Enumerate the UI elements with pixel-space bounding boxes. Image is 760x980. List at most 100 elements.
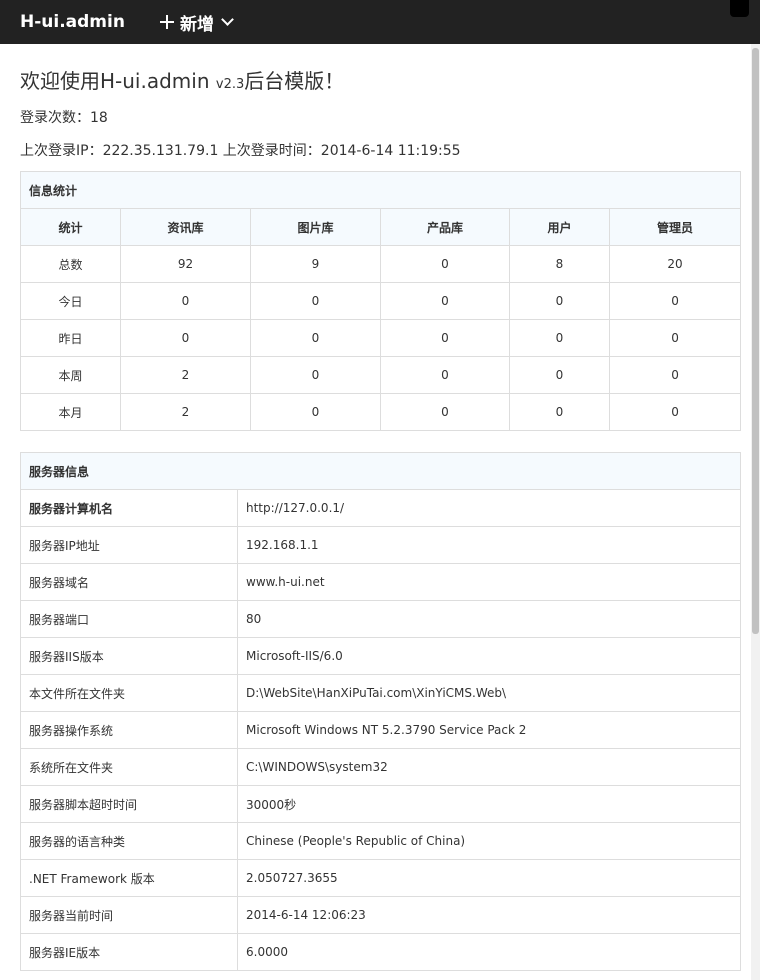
table-row: 服务器的语言种类 Chinese (People's Republic of C…	[20, 822, 742, 860]
server-label: 服务器端口	[20, 600, 238, 638]
table-cell: 2	[120, 356, 251, 394]
table-cell: 2	[120, 393, 251, 431]
table-cell: 9	[250, 245, 381, 283]
table-cell: 今日	[20, 282, 121, 320]
column-header: 统计	[20, 208, 121, 246]
table-row: 今日 0 0 0 0 0	[20, 282, 742, 320]
table-cell: 0	[120, 282, 251, 320]
column-header: 图片库	[250, 208, 381, 246]
add-new-menu[interactable]: 新增	[160, 11, 234, 35]
table-row: 总数 92 9 0 8 20	[20, 245, 742, 283]
server-label: 服务器计算机名	[20, 489, 238, 527]
column-header: 产品库	[380, 208, 510, 246]
table-cell: 本月	[20, 393, 121, 431]
table-row: 本月 2 0 0 0 0	[20, 393, 742, 431]
table-cell: 0	[380, 319, 510, 357]
server-value: D:\WebSite\HanXiPuTai.com\XinYiCMS.Web\	[236, 674, 742, 712]
corner-button[interactable]	[730, 0, 749, 17]
server-label: 服务器IP地址	[20, 526, 238, 564]
server-label: 服务器IIS版本	[20, 637, 238, 675]
add-new-label: 新增	[180, 14, 214, 35]
server-label: .NET Framework 版本	[20, 859, 238, 897]
table-cell: 0	[608, 282, 742, 320]
table-cell: 0	[509, 282, 610, 320]
server-label: 本文件所在文件夹	[20, 674, 238, 712]
table-cell: 92	[120, 245, 251, 283]
table-row: 昨日 0 0 0 0 0	[20, 319, 742, 357]
last-login-info: 上次登录IP：222.35.131.79.1 上次登录时间：2014-6-14 …	[20, 143, 461, 159]
table-cell: 0	[608, 356, 742, 394]
table-cell: 0	[380, 282, 510, 320]
login-count: 登录次数：18	[20, 110, 108, 126]
table-row: 服务器IIS版本 Microsoft-IIS/6.0	[20, 637, 742, 675]
server-value: http://127.0.0.1/	[236, 489, 742, 527]
server-value: C:\WINDOWS\system32	[236, 748, 742, 786]
table-row: .NET Framework 版本 2.050727.3655	[20, 859, 742, 897]
server-value: Chinese (People's Republic of China)	[236, 822, 742, 860]
table-cell: 0	[509, 319, 610, 357]
table-cell: 0	[509, 356, 610, 394]
server-label: 服务器当前时间	[20, 896, 238, 934]
server-value: Microsoft Windows NT 5.2.3790 Service Pa…	[236, 711, 742, 749]
table-cell: 8	[509, 245, 610, 283]
brand-logo[interactable]: H-ui.admin	[20, 11, 125, 33]
server-label: 系统所在文件夹	[20, 748, 238, 786]
server-caption-row: 服务器信息	[19, 452, 742, 490]
plus-icon	[160, 15, 174, 29]
table-row: 服务器域名 www.h-ui.net	[20, 563, 742, 601]
table-cell: 0	[380, 245, 510, 283]
table-row: 本周 2 0 0 0 0	[20, 356, 742, 394]
scrollbar[interactable]	[751, 44, 760, 980]
table-cell: 0	[250, 319, 381, 357]
main-content: 欢迎使用H-ui.admin v2.3后台模版！ 登录次数：18 上次登录IP：…	[19, 44, 742, 971]
table-cell: 0	[120, 319, 251, 357]
server-label: 服务器IE版本	[20, 933, 238, 971]
table-row: 服务器当前时间 2014-6-14 12:06:23	[20, 896, 742, 934]
column-header: 管理员	[608, 208, 742, 246]
table-row: 服务器操作系统 Microsoft Windows NT 5.2.3790 Se…	[20, 711, 742, 749]
stats-caption-row: 信息统计	[19, 171, 742, 209]
server-value: 30000秒	[236, 785, 742, 823]
table-cell: 0	[380, 356, 510, 394]
table-row: 服务器计算机名 http://127.0.0.1/	[20, 489, 742, 527]
server-value: 2.050727.3655	[236, 859, 742, 897]
table-cell: 0	[380, 393, 510, 431]
page-title-suffix: 后台模版！	[244, 69, 345, 93]
table-cell: 昨日	[20, 319, 121, 357]
table-row: 服务器IP地址 192.168.1.1	[20, 526, 742, 564]
table-row: 本文件所在文件夹 D:\WebSite\HanXiPuTai.com\XinYi…	[20, 674, 742, 712]
table-row: 服务器IE版本 6.0000	[20, 933, 742, 971]
chevron-down-icon	[221, 13, 234, 26]
table-cell: 0	[608, 319, 742, 357]
table-cell: 0	[509, 393, 610, 431]
server-value: 192.168.1.1	[236, 526, 742, 564]
page-title-prefix: 欢迎使用H-ui.admin	[20, 69, 216, 93]
table-cell: 0	[250, 393, 381, 431]
server-value: 80	[236, 600, 742, 638]
server-value: 6.0000	[236, 933, 742, 971]
table-cell: 0	[250, 356, 381, 394]
column-header: 用户	[509, 208, 610, 246]
version-label: v2.3	[215, 77, 245, 92]
server-label: 服务器域名	[20, 563, 238, 601]
table-cell: 20	[608, 245, 742, 283]
column-header: 资讯库	[120, 208, 251, 246]
page-title: 欢迎使用H-ui.admin v2.3后台模版！	[20, 68, 740, 94]
table-cell: 总数	[20, 245, 121, 283]
table-row: 服务器端口 80	[20, 600, 742, 638]
server-label: 服务器脚本超时时间	[20, 785, 238, 823]
stats-table: 信息统计 统计 资讯库 图片库 产品库 用户 管理员 总数 92 9 0 8 2…	[19, 171, 742, 431]
stats-caption: 信息统计	[19, 171, 742, 209]
server-value: Microsoft-IIS/6.0	[236, 637, 742, 675]
server-info-table: 服务器信息 服务器计算机名 http://127.0.0.1/ 服务器IP地址 …	[19, 452, 742, 971]
server-value: www.h-ui.net	[236, 563, 742, 601]
table-cell: 本周	[20, 356, 121, 394]
server-label: 服务器的语言种类	[20, 822, 238, 860]
table-cell: 0	[608, 393, 742, 431]
table-row: 系统所在文件夹 C:\WINDOWS\system32	[20, 748, 742, 786]
server-label: 服务器操作系统	[20, 711, 238, 749]
server-caption: 服务器信息	[19, 452, 742, 490]
stats-header-row: 统计 资讯库 图片库 产品库 用户 管理员	[20, 208, 742, 246]
table-cell: 0	[250, 282, 381, 320]
scrollbar-thumb[interactable]	[752, 48, 759, 634]
